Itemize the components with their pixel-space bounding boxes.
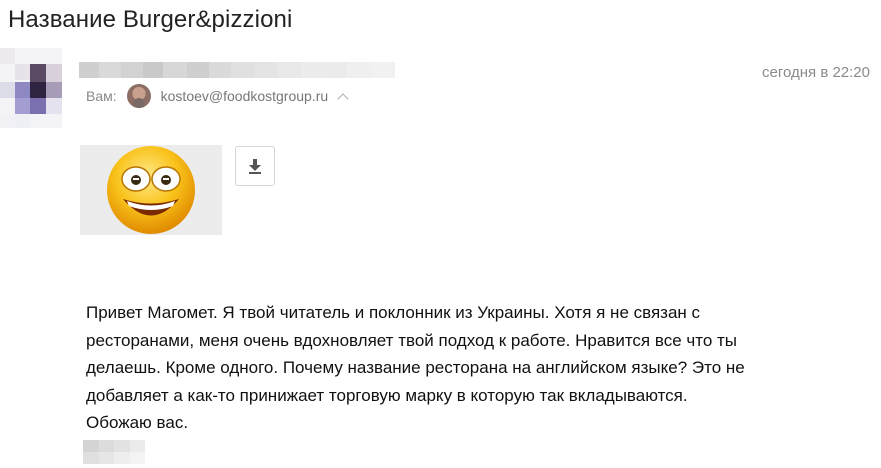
sender-email[interactable]: kostoev@foodkostgroup.ru — [161, 88, 329, 104]
body-line: Привет Магомет. Я твой читатель и поклон… — [86, 303, 701, 322]
body-line: Обожаю вас. — [86, 413, 189, 432]
email-subject: Название Burger&pizzioni — [8, 6, 293, 33]
grinning-emoji-icon — [107, 146, 195, 234]
signature-redacted — [83, 440, 145, 464]
to-label: Вам: — [86, 88, 117, 104]
recipient-row: Вам: kostoev@foodkostgroup.ru — [86, 83, 348, 109]
email-date: сегодня в 22:20 — [762, 64, 870, 81]
body-line: ресторанами, меня очень вдохновляет твой… — [86, 330, 738, 350]
chevron-up-icon[interactable] — [338, 94, 348, 104]
sender-avatar[interactable] — [0, 48, 62, 128]
attachment-thumbnail[interactable] — [80, 145, 222, 235]
body-line: делаешь. Кроме одного. Почему название р… — [86, 358, 745, 377]
email-body: Привет Магомет. Я твой читатель и поклон… — [86, 299, 826, 437]
download-icon — [249, 159, 261, 174]
contact-avatar[interactable] — [126, 84, 151, 108]
body-line: добавляет а как-то принижает торговую ма… — [86, 385, 688, 405]
download-button[interactable] — [235, 146, 275, 186]
sender-name-redacted — [79, 62, 415, 78]
